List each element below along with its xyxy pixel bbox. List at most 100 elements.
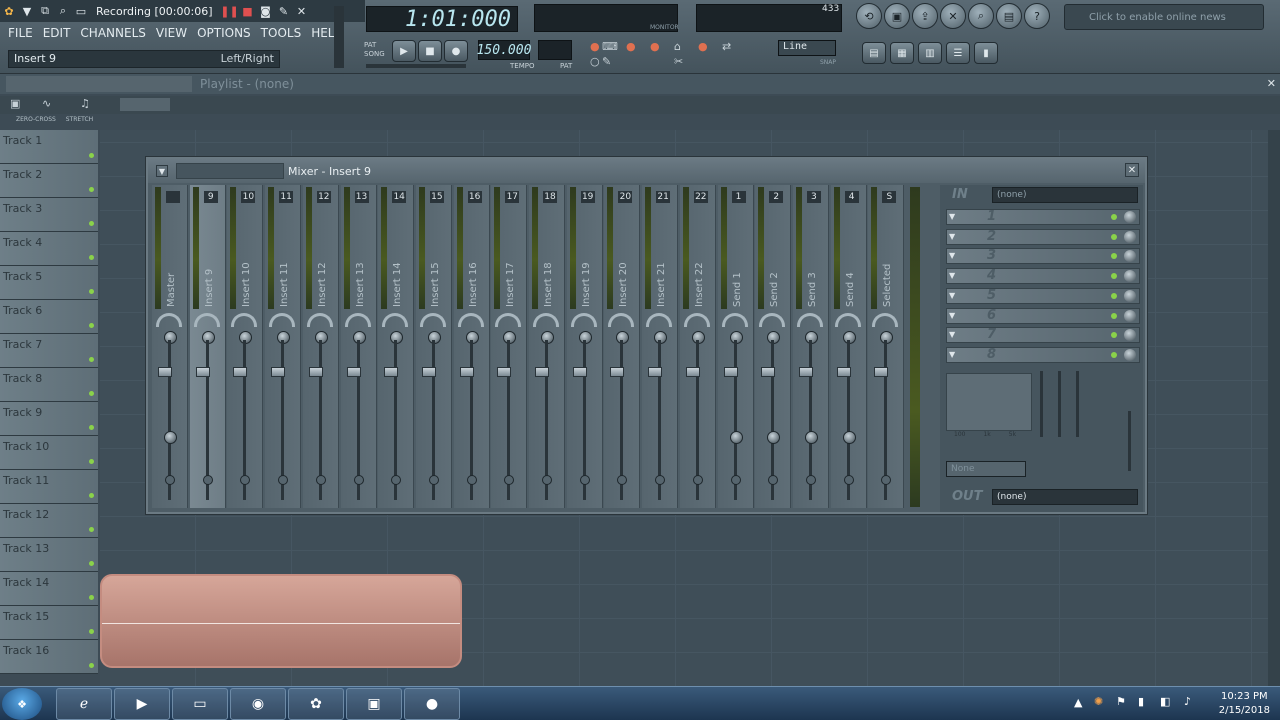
stereo-separation-knob[interactable] xyxy=(193,313,220,327)
track-mute-led[interactable] xyxy=(89,629,94,634)
mute-switch-icon[interactable] xyxy=(617,475,628,485)
mute-switch-icon[interactable] xyxy=(428,475,439,485)
stereo-separation-knob[interactable] xyxy=(721,313,748,327)
stereo-separation-knob[interactable] xyxy=(231,313,258,327)
pencil-tool-icon[interactable]: ✎ xyxy=(602,55,611,68)
track-header[interactable]: Track 8 xyxy=(0,368,98,402)
fader-cap[interactable] xyxy=(610,367,625,377)
mixer-window-button[interactable]: ▮ xyxy=(974,42,998,64)
slot-menu-icon[interactable]: ▼ xyxy=(949,251,955,260)
effect-slot[interactable]: ▼ 8 xyxy=(946,346,1140,363)
effect-slot[interactable]: ▼ 2 xyxy=(946,228,1140,245)
track-mute-led[interactable] xyxy=(89,391,94,396)
menu-edit[interactable]: EDIT xyxy=(43,26,71,44)
track-header[interactable]: Track 9 xyxy=(0,402,98,436)
stereo-separation-knob[interactable] xyxy=(646,313,673,327)
fl-studio-button[interactable]: ✿ xyxy=(288,688,344,720)
mute-switch-icon[interactable] xyxy=(391,475,402,485)
track-mute-led[interactable] xyxy=(89,595,94,600)
fader-cap[interactable] xyxy=(836,367,851,377)
mute-switch-icon[interactable] xyxy=(504,475,515,485)
mixer-strip[interactable]: 1 Send 1 xyxy=(717,185,754,508)
track-mute-led[interactable] xyxy=(89,459,94,464)
fader-cap[interactable] xyxy=(346,367,361,377)
fader-cap[interactable] xyxy=(459,367,474,377)
browser-button[interactable]: ☰ xyxy=(946,42,970,64)
start-button[interactable]: ❖ xyxy=(2,688,42,720)
input-select[interactable]: (none) xyxy=(992,187,1138,203)
fader-cap[interactable] xyxy=(572,367,587,377)
mute-switch-icon[interactable] xyxy=(165,475,175,485)
media-player-button[interactable]: ▶ xyxy=(114,688,170,720)
track-header[interactable]: Track 11 xyxy=(0,470,98,504)
multilink-icon[interactable]: ⇄ xyxy=(722,40,731,53)
wait-icon[interactable]: ○ xyxy=(590,55,600,68)
search-icon[interactable]: ⌕ xyxy=(54,2,72,20)
stereo-separation-knob[interactable] xyxy=(457,313,484,327)
blend-notes-icon[interactable]: ⌂ xyxy=(674,40,681,53)
track-mute-led[interactable] xyxy=(89,255,94,260)
mixer-menu-icon[interactable]: ▼ xyxy=(156,165,168,177)
fader-cap[interactable] xyxy=(798,367,813,377)
close-icon[interactable]: ✕ xyxy=(293,2,311,20)
export-button[interactable]: ⇪ xyxy=(912,3,938,29)
slot-mix-knob[interactable] xyxy=(1124,230,1136,243)
mute-switch-icon[interactable] xyxy=(655,475,666,485)
slot-enable-led[interactable] xyxy=(1111,292,1117,299)
send-knob[interactable] xyxy=(729,431,743,444)
track-mute-led[interactable] xyxy=(89,425,94,430)
track-header[interactable]: Track 12 xyxy=(0,504,98,538)
mixer-drag-handle[interactable] xyxy=(176,163,284,179)
eq-fader-3[interactable] xyxy=(1076,371,1079,437)
track-mute-led[interactable] xyxy=(89,357,94,362)
fader-cap[interactable] xyxy=(874,367,889,377)
snap-select[interactable]: Line xyxy=(778,40,836,56)
mute-switch-icon[interactable] xyxy=(278,475,289,485)
slot-enable-led[interactable] xyxy=(1111,351,1117,358)
tray-battery-icon[interactable]: ▮ xyxy=(1138,695,1144,708)
tray-app-icon[interactable]: ✺ xyxy=(1094,695,1103,708)
track-header[interactable]: Track 1 xyxy=(0,130,98,164)
stereo-separation-knob[interactable] xyxy=(382,313,409,327)
record-button[interactable]: ● xyxy=(444,40,468,62)
slot-enable-led[interactable] xyxy=(1111,332,1117,339)
track-mute-led[interactable] xyxy=(89,527,94,532)
audio-clip[interactable] xyxy=(100,574,462,668)
effect-slot[interactable]: ▼ 1 xyxy=(946,209,1140,225)
slot-enable-led[interactable] xyxy=(1111,214,1117,220)
fader-cap[interactable] xyxy=(685,367,700,377)
fader-cap[interactable] xyxy=(761,367,776,377)
stereo-separation-knob[interactable] xyxy=(533,313,559,327)
mute-switch-icon[interactable] xyxy=(881,475,892,485)
play-button[interactable]: ▶ xyxy=(392,40,416,62)
menu-view[interactable]: VIEW xyxy=(156,26,187,44)
track-mute-led[interactable] xyxy=(89,153,94,158)
fader-cap[interactable] xyxy=(233,367,248,377)
track-header[interactable]: Track 15 xyxy=(0,606,98,640)
slot-mix-knob[interactable] xyxy=(1124,211,1136,223)
track-mute-led[interactable] xyxy=(89,289,94,294)
effect-slot[interactable]: ▼ 5 xyxy=(946,287,1140,304)
mixer-strip[interactable]: 13 Insert 13 xyxy=(340,185,377,508)
typing-keyboard-icon[interactable]: ⌨ xyxy=(602,40,618,53)
step-edit-icon[interactable]: ● xyxy=(650,40,660,53)
internet-explorer-button[interactable]: ℯ xyxy=(56,688,112,720)
slot-mix-knob[interactable] xyxy=(1124,250,1136,263)
track-mute-led[interactable] xyxy=(89,187,94,192)
slot-enable-led[interactable] xyxy=(1111,253,1117,260)
app-button[interactable]: ▣ xyxy=(346,688,402,720)
track-mute-led[interactable] xyxy=(89,323,94,328)
slot-menu-icon[interactable]: ▼ xyxy=(949,330,955,339)
cut-icon[interactable]: ✂ xyxy=(674,55,683,68)
menu-file[interactable]: FILE xyxy=(8,26,33,44)
stereo-separation-knob[interactable] xyxy=(419,313,446,327)
mute-switch-icon[interactable] xyxy=(843,475,854,485)
menu-tools[interactable]: TOOLS xyxy=(261,26,302,44)
settings-button[interactable]: ✕ xyxy=(940,3,966,29)
screen-icon[interactable]: ▭ xyxy=(72,2,90,20)
output-select[interactable]: (none) xyxy=(992,489,1138,505)
slot-mix-knob[interactable] xyxy=(1124,348,1136,361)
stereo-separation-knob[interactable] xyxy=(608,313,635,327)
mixer-strip[interactable]: 12 Insert 12 xyxy=(302,185,339,508)
tray-chevron-icon[interactable]: ▲ xyxy=(1074,696,1082,709)
